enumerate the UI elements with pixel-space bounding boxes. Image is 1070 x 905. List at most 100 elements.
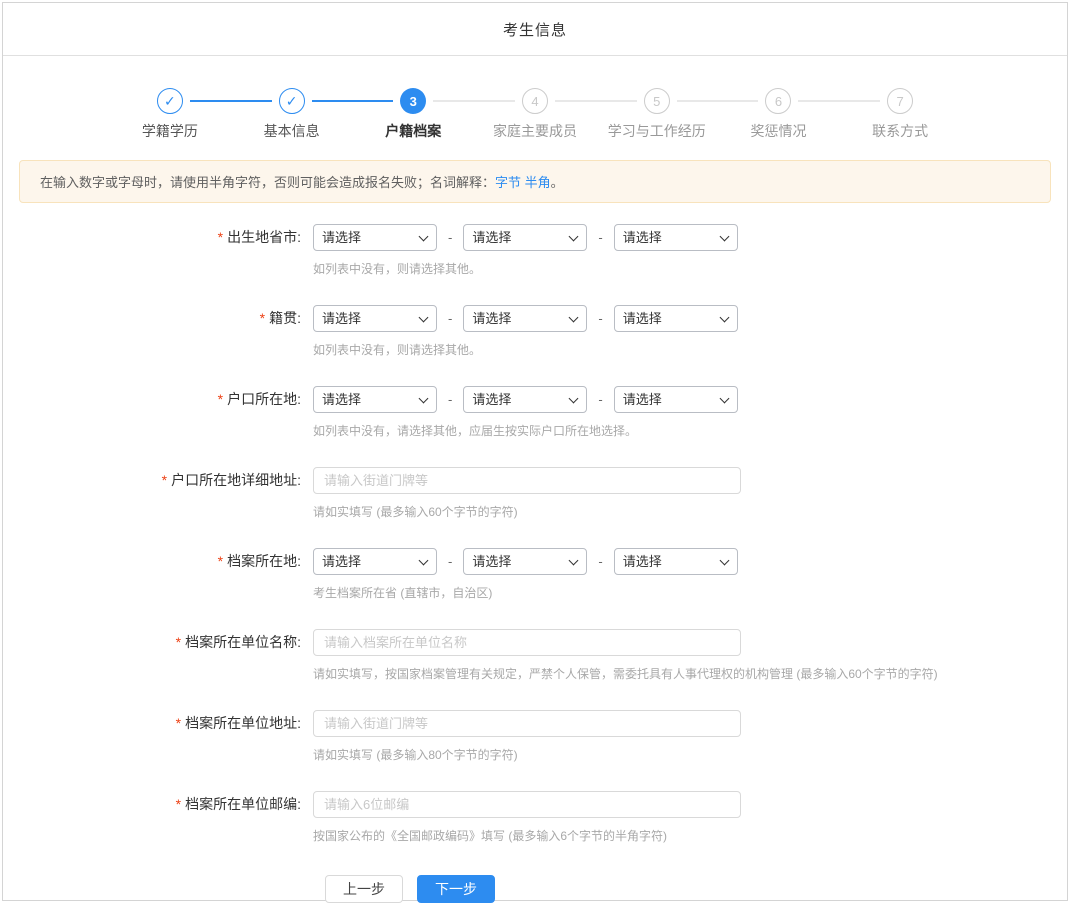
birthplace-select-2[interactable]: 请选择: [463, 224, 587, 251]
required-asterisk: *: [260, 310, 265, 326]
step-label: 奖惩情况: [718, 121, 840, 141]
field-control: 请选择-请选择-请选择如列表中没有，则请选择其他。: [313, 224, 1067, 277]
field-hint: 如列表中没有，请选择其他，应届生按实际户口所在地选择。: [313, 422, 1067, 439]
field-label-text: 出生地省市:: [227, 229, 301, 245]
field-label: *出生地省市:: [3, 224, 313, 277]
field-hint: 考生档案所在省 (直辖市，自治区): [313, 584, 1067, 601]
field-hint: 请如实填写 (最多输入80个字节的字符): [313, 746, 1067, 763]
control-line: 请选择-请选择-请选择: [313, 305, 1067, 332]
form-row-birthplace: *出生地省市:请选择-请选择-请选择如列表中没有，则请选择其他。: [3, 224, 1067, 277]
field-label-text: 档案所在单位地址:: [185, 715, 301, 731]
step-number: 4: [522, 88, 548, 114]
field-hint: 如列表中没有，则请选择其他。: [313, 341, 1067, 358]
field-label-text: 户口所在地详细地址:: [171, 472, 301, 488]
control-line: 请选择-请选择-请选择: [313, 224, 1067, 251]
candidate-info-page: 考生信息 ✓学籍学历✓基本信息3户籍档案4家庭主要成员5学习与工作经历6奖惩情况…: [2, 2, 1068, 901]
archive-unit-name-input[interactable]: [313, 629, 741, 656]
step-number: 5: [644, 88, 670, 114]
form-row-archive-unit-name: *档案所在单位名称:请如实填写，按国家档案管理有关规定，严禁个人保管，需委托具有…: [3, 629, 1067, 682]
field-label-text: 档案所在单位邮编:: [185, 796, 301, 812]
form-row-household-address: *户口所在地详细地址:请如实填写 (最多输入60个字节的字符): [3, 467, 1067, 520]
control-line: [313, 710, 1067, 737]
page-header: 考生信息: [3, 3, 1067, 56]
native-place-select-3-wrap: 请选择: [614, 305, 738, 332]
native-place-select-3[interactable]: 请选择: [614, 305, 738, 332]
field-hint: 请如实填写，按国家档案管理有关规定，严禁个人保管，需委托具有人事代理权的机构管理…: [313, 665, 1067, 682]
archive-location-select-3-wrap: 请选择: [614, 548, 738, 575]
birthplace-select-3[interactable]: 请选择: [614, 224, 738, 251]
control-line: 请选择-请选择-请选择: [313, 386, 1067, 413]
form-row-native-place: *籍贯: 请选择-请选择-请选择如列表中没有，则请选择其他。: [3, 305, 1067, 358]
field-control: 请如实填写 (最多输入80个字节的字符): [313, 710, 1067, 763]
field-label-text: 档案所在地:: [227, 553, 301, 569]
select-separator: -: [448, 311, 452, 326]
step-number: 7: [887, 88, 913, 114]
stepper-step-5: 5 学习与工作经历: [596, 88, 718, 141]
archive-unit-postcode-input[interactable]: [313, 791, 741, 818]
stepper: ✓学籍学历✓基本信息3户籍档案4家庭主要成员5学习与工作经历6奖惩情况7联系方式: [109, 88, 961, 141]
notice-bar: 在输入数字或字母时，请使用半角字符，否则可能会造成报名失败；名词解释：字节 半角…: [19, 160, 1051, 203]
field-hint: 如列表中没有，则请选择其他。: [313, 260, 1067, 277]
control-line: [313, 791, 1067, 818]
archive-unit-address-input[interactable]: [313, 710, 741, 737]
native-place-select-2[interactable]: 请选择: [463, 305, 587, 332]
field-control: 请如实填写 (最多输入60个字节的字符): [313, 467, 1067, 520]
check-icon: ✓: [279, 88, 305, 114]
field-control: 请选择-请选择-请选择如列表中没有，则请选择其他。: [313, 305, 1067, 358]
field-control: 请选择-请选择-请选择考生档案所在省 (直辖市，自治区): [313, 548, 1067, 601]
select-separator: -: [448, 230, 452, 245]
notice-link-halfwidth[interactable]: 半角: [525, 175, 551, 190]
prev-step-button[interactable]: 上一步: [325, 875, 403, 903]
required-asterisk: *: [176, 796, 181, 812]
archive-location-select-2[interactable]: 请选择: [463, 548, 587, 575]
form-row-archive-unit-postcode: *档案所在单位邮编:按国家公布的《全国邮政编码》填写 (最多输入6个字节的半角字…: [3, 791, 1067, 844]
native-place-select-1[interactable]: 请选择: [313, 305, 437, 332]
household-location-select-2-wrap: 请选择: [463, 386, 587, 413]
household-location-select-3-wrap: 请选择: [614, 386, 738, 413]
household-location-select-2[interactable]: 请选择: [463, 386, 587, 413]
page-title: 考生信息: [503, 19, 567, 40]
required-asterisk: *: [176, 715, 181, 731]
notice-text: 在输入数字或字母时，请使用半角字符，否则可能会造成报名失败；名词解释：: [40, 175, 495, 190]
field-label-text: 籍贯:: [269, 310, 301, 326]
step-label: 基本信息: [231, 121, 353, 141]
archive-location-select-3[interactable]: 请选择: [614, 548, 738, 575]
check-icon: ✓: [157, 88, 183, 114]
household-location-select-3[interactable]: 请选择: [614, 386, 738, 413]
household-address-input[interactable]: [313, 467, 741, 494]
select-separator: -: [448, 392, 452, 407]
step-label: 家庭主要成员: [474, 121, 596, 141]
archive-location-select-1[interactable]: 请选择: [313, 548, 437, 575]
field-control: 请选择-请选择-请选择如列表中没有，请选择其他，应届生按实际户口所在地选择。: [313, 386, 1067, 439]
stepper-step-1: ✓学籍学历: [109, 88, 231, 141]
notice-link-byte[interactable]: 字节: [495, 175, 521, 190]
birthplace-select-1[interactable]: 请选择: [313, 224, 437, 251]
form-actions: 上一步 下一步: [325, 872, 1067, 903]
select-separator: -: [598, 554, 602, 569]
field-label: *档案所在单位名称:: [3, 629, 313, 682]
native-place-select-2-wrap: 请选择: [463, 305, 587, 332]
household-location-select-1[interactable]: 请选择: [313, 386, 437, 413]
field-label: *档案所在单位邮编:: [3, 791, 313, 844]
required-asterisk: *: [176, 634, 181, 650]
archive-location-select-2-wrap: 请选择: [463, 548, 587, 575]
field-label-text: 户口所在地:: [227, 391, 301, 407]
select-separator: -: [448, 554, 452, 569]
field-control: 请如实填写，按国家档案管理有关规定，严禁个人保管，需委托具有人事代理权的机构管理…: [313, 629, 1067, 682]
required-asterisk: *: [218, 553, 223, 569]
select-separator: -: [598, 230, 602, 245]
field-label: *档案所在地:: [3, 548, 313, 601]
field-label: *档案所在单位地址:: [3, 710, 313, 763]
form-row-household-location: *户口所在地:请选择-请选择-请选择如列表中没有，请选择其他，应届生按实际户口所…: [3, 386, 1067, 439]
field-label-text: 档案所在单位名称:: [185, 634, 301, 650]
birthplace-select-3-wrap: 请选择: [614, 224, 738, 251]
birthplace-select-2-wrap: 请选择: [463, 224, 587, 251]
required-asterisk: *: [218, 391, 223, 407]
control-line: 请选择-请选择-请选择: [313, 548, 1067, 575]
field-label: *户口所在地:: [3, 386, 313, 439]
next-step-button[interactable]: 下一步: [417, 875, 495, 903]
control-line: [313, 629, 1067, 656]
field-label: *户口所在地详细地址:: [3, 467, 313, 520]
field-hint: 请如实填写 (最多输入60个字节的字符): [313, 503, 1067, 520]
step-label: 学习与工作经历: [596, 121, 718, 141]
